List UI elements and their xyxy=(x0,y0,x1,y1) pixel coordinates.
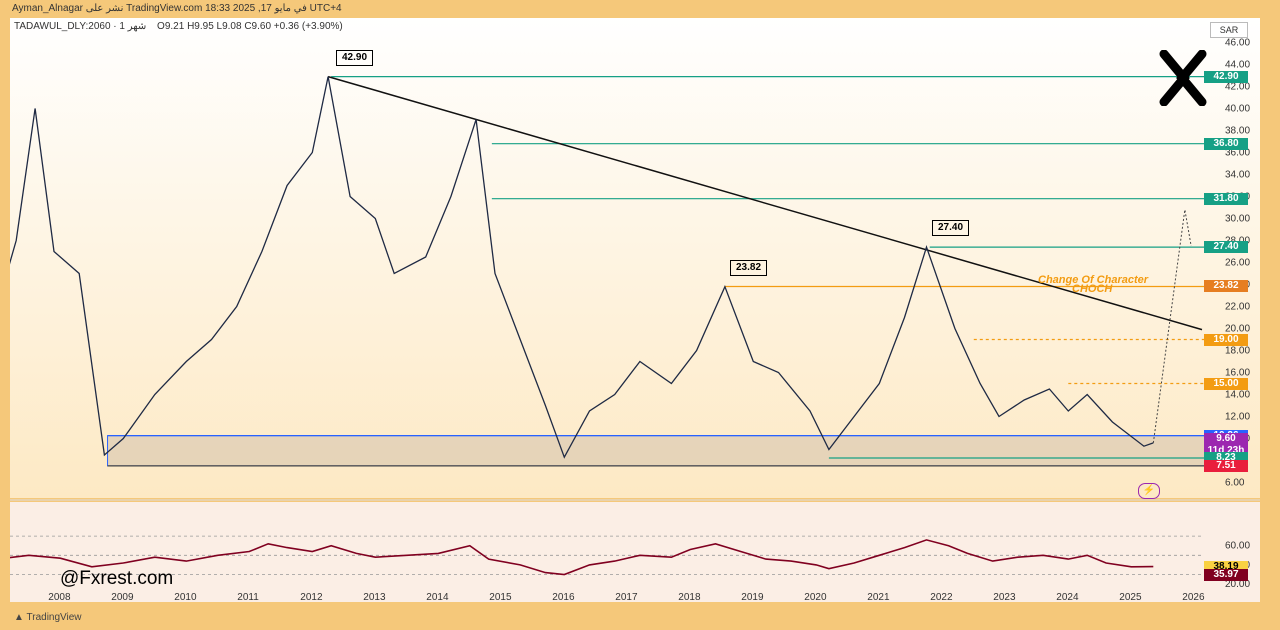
y-tick-label: 12.00 xyxy=(1225,412,1250,423)
x-tick-label: 2013 xyxy=(363,592,386,603)
rsi-background xyxy=(10,502,1260,602)
brand-logo-icon xyxy=(1158,49,1208,111)
price-axis-label: 19.00 xyxy=(1204,333,1248,346)
price-axis-label: 23.82 xyxy=(1204,280,1248,293)
y-tick-label: 14.00 xyxy=(1225,390,1250,401)
x-tick-label: 2017 xyxy=(615,592,638,603)
price-axis-label: 36.80 xyxy=(1204,137,1248,150)
choch-annotation-short: CHOCH xyxy=(1072,283,1113,295)
x-tick-label: 2025 xyxy=(1119,592,1142,603)
x-tick-label: 2014 xyxy=(426,592,449,603)
ohlc-values: O9.21 H9.95 L9.08 C9.60 +0.36 (+3.90%) xyxy=(157,21,343,32)
symbol-label[interactable]: TADAWUL_DLY:2060 · 1 شهر xyxy=(14,21,146,32)
x-tick-label: 2012 xyxy=(300,592,323,603)
y-tick-label: 18.00 xyxy=(1225,346,1250,357)
y-tick-label: 46.00 xyxy=(1225,38,1250,49)
rsi-axis-label: 35.97 xyxy=(1204,568,1248,581)
y-tick-label: 26.00 xyxy=(1225,258,1250,269)
peak-tag-2012: 42.90 xyxy=(336,50,374,66)
y-tick-label: 6.00 xyxy=(1225,478,1245,489)
tradingview-footer-text: TradingView xyxy=(26,612,82,623)
rsi-y-tick-label: 60.00 xyxy=(1225,541,1250,552)
peak-tag-2021: 27.40 xyxy=(932,220,970,236)
x-tick-label: 2019 xyxy=(741,592,764,603)
x-tick-label: 2011 xyxy=(237,592,259,603)
x-tick-label: 2021 xyxy=(867,592,890,603)
currency-selector[interactable]: SAR xyxy=(1210,22,1248,38)
demand-zone xyxy=(107,435,1214,467)
x-tick-label: 2008 xyxy=(48,592,71,603)
y-tick-label: 42.00 xyxy=(1225,82,1250,93)
price-axis-label: 7.51 xyxy=(1204,459,1248,472)
peak-tag-2018: 23.82 xyxy=(730,260,768,276)
tradingview-logo-icon: ▲ xyxy=(14,612,27,623)
price-axis-label: 31.80 xyxy=(1204,192,1248,205)
x-tick-label: 2023 xyxy=(993,592,1016,603)
chart-frame: 46.0044.0042.0040.0038.0036.0034.0032.00… xyxy=(0,0,1280,630)
x-tick-label: 2020 xyxy=(804,592,827,603)
y-tick-label: 34.00 xyxy=(1225,170,1250,181)
y-tick-label: 22.00 xyxy=(1225,302,1250,313)
tradingview-footer: ▲ TradingView xyxy=(14,612,82,623)
price-chart: 46.0044.0042.0040.0038.0036.0034.0032.00… xyxy=(10,18,1260,602)
x-tick-label: 2024 xyxy=(1056,592,1079,603)
price-axis-label: 27.40 xyxy=(1204,241,1248,254)
chart-background xyxy=(10,18,1260,498)
x-tick-label: 2016 xyxy=(552,592,575,603)
symbol-ohlc-line: TADAWUL_DLY:2060 · 1 شهر O9.21 H9.95 L9.… xyxy=(14,21,343,32)
price-axis-label: 15.00 xyxy=(1204,377,1248,390)
x-tick-label: 2018 xyxy=(678,592,701,603)
price-axis-label: 9.60 xyxy=(1204,432,1248,445)
y-tick-label: 44.00 xyxy=(1225,60,1250,71)
publisher-line: Ayman_Alnagar نشر على TradingView.com في… xyxy=(12,3,342,14)
x-tick-label: 2022 xyxy=(930,592,953,603)
x-tick-label: 2010 xyxy=(174,592,197,603)
lightning-icon[interactable]: ⚡ xyxy=(1138,483,1160,499)
y-tick-label: 38.00 xyxy=(1225,126,1250,137)
y-tick-label: 40.00 xyxy=(1225,104,1250,115)
watermark-text: @Fxrest.com xyxy=(60,568,174,589)
x-tick-label: 2026 xyxy=(1182,592,1205,603)
price-axis-label: 42.90 xyxy=(1204,70,1248,83)
x-tick-label: 2015 xyxy=(489,592,512,603)
x-tick-label: 2009 xyxy=(111,592,134,603)
y-tick-label: 30.00 xyxy=(1225,214,1250,225)
